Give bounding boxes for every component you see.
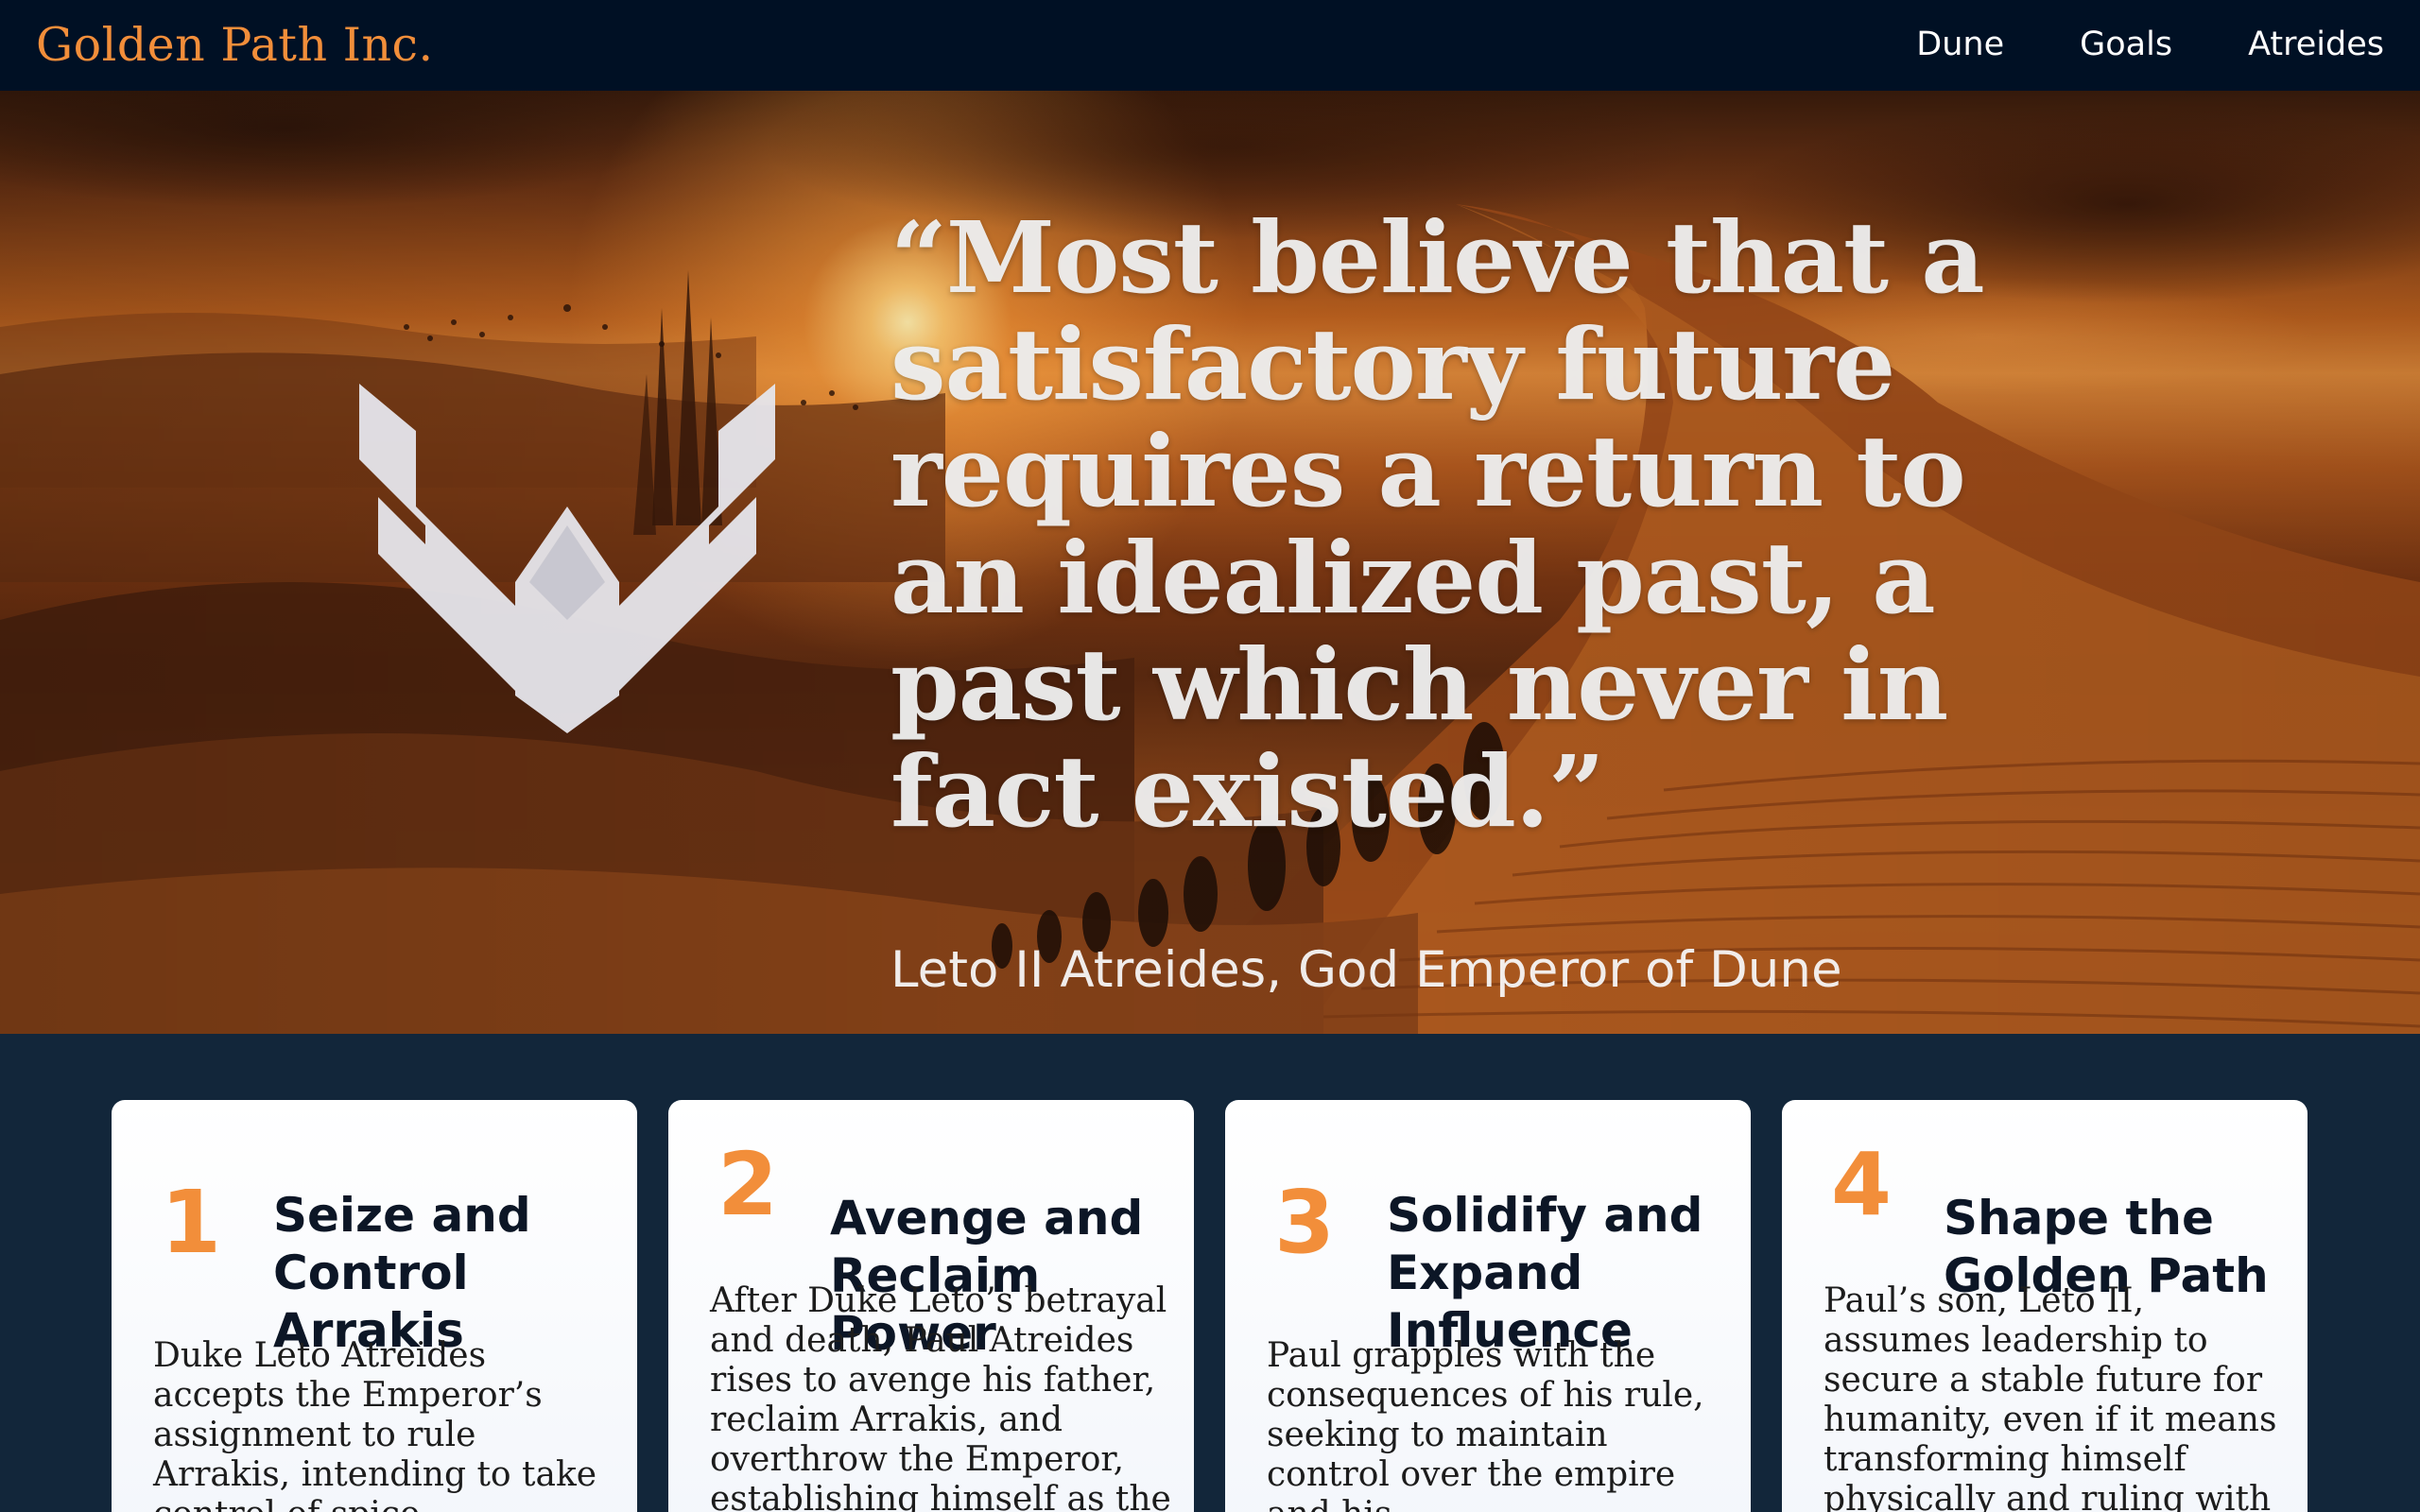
goal-description: Paul grapples with the consequences of h… — [1267, 1336, 1704, 1512]
goal-description: Duke Leto Atreides accepts the Emperor’s… — [153, 1336, 597, 1512]
goals-section: 1 Seize and Control Arrakis Duke Leto At… — [0, 1034, 2420, 1512]
goal-title: Solidify and Expand Influence — [1387, 1188, 1703, 1358]
atreides-hawk-emblem-icon — [359, 384, 775, 733]
top-navbar: Golden Path Inc. Dune Goals Atreides — [0, 0, 2420, 91]
goal-number: 1 — [161, 1172, 222, 1273]
goal-description: After Duke Leto’s betrayal and death, Pa… — [710, 1281, 1171, 1512]
goal-card-4: 4 Shape the Golden Path Paul’s son, Leto… — [1782, 1100, 2308, 1512]
main-nav: Dune Goals Atreides — [1916, 21, 2384, 68]
nav-link-goals[interactable]: Goals — [2080, 21, 2172, 68]
goal-number: 3 — [1274, 1172, 1336, 1273]
goal-number: 2 — [717, 1134, 779, 1235]
goal-card-3: 3 Solidify and Expand Influence Paul gra… — [1225, 1100, 1751, 1512]
hero-quote: “Most believe that a satisfactory future… — [890, 199, 1985, 850]
goal-number: 4 — [1831, 1134, 1893, 1235]
goal-description: Paul’s son, Leto II, assumes leadership … — [1824, 1281, 2277, 1512]
goal-card-1: 1 Seize and Control Arrakis Duke Leto At… — [112, 1100, 637, 1512]
hero-banner: “Most believe that a satisfactory future… — [0, 91, 2420, 1034]
nav-link-dune[interactable]: Dune — [1916, 21, 2004, 68]
nav-link-atreides[interactable]: Atreides — [2248, 21, 2384, 68]
brand-logo-text[interactable]: Golden Path Inc. — [36, 13, 434, 77]
hero-quote-attribution: Leto II Atreides, God Emperor of Dune — [890, 941, 1842, 999]
goal-card-2: 2 Avenge and Reclaim Power After Duke Le… — [668, 1100, 1194, 1512]
goal-title: Seize and Control Arrakis — [273, 1188, 531, 1358]
